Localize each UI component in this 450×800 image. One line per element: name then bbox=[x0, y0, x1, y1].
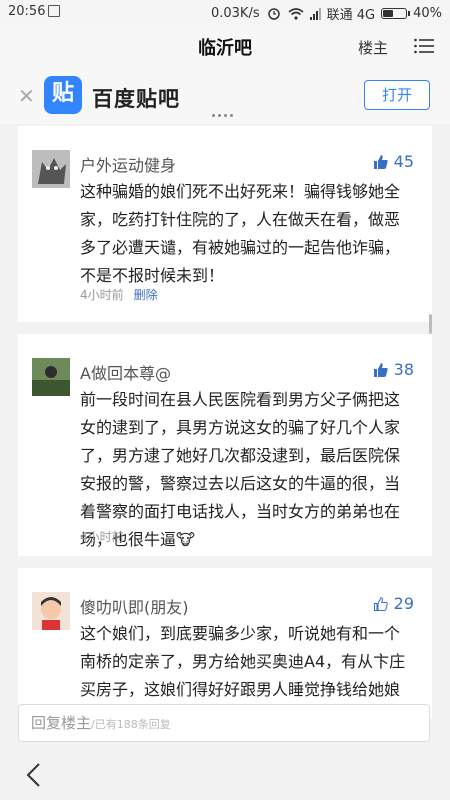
scrollbar[interactable] bbox=[429, 314, 432, 334]
close-icon[interactable]: ✕ bbox=[18, 84, 35, 108]
network-speed: 0.03K/s bbox=[210, 6, 260, 21]
username[interactable]: A做回本尊@ bbox=[80, 360, 171, 384]
reply-meta: 4小时前 删除 bbox=[80, 286, 158, 303]
bottom-nav bbox=[0, 750, 450, 800]
status-bar: 20:56 0.03K/s 联通 4G 40% bbox=[0, 0, 450, 24]
like-button[interactable]: 45 bbox=[373, 152, 414, 171]
louzhu-button[interactable]: 楼主 bbox=[358, 37, 388, 58]
reply-content: 前一段时间在县人民医院看到男方父子俩把这女的逮到了，具男方说这女的骗了好几个人家… bbox=[80, 390, 401, 549]
avatar[interactable] bbox=[32, 150, 70, 188]
alarm-icon bbox=[267, 7, 280, 20]
like-button[interactable]: 38 bbox=[373, 360, 414, 379]
menu-icon[interactable] bbox=[414, 38, 434, 54]
reply-meta: 4小时前 bbox=[80, 528, 124, 545]
username[interactable]: 户外运动健身 bbox=[80, 152, 176, 176]
like-button[interactable]: 29 bbox=[373, 594, 414, 613]
like-count: 38 bbox=[393, 360, 414, 379]
signal-icon bbox=[309, 7, 321, 20]
thumbs-up-icon bbox=[373, 154, 388, 169]
avatar[interactable] bbox=[32, 592, 70, 630]
status-right: 0.03K/s 联通 4G 40% bbox=[211, 4, 442, 23]
avatar[interactable] bbox=[32, 358, 70, 396]
brand-name: 百度贴吧 bbox=[92, 87, 180, 111]
tieba-logo: 贴 bbox=[44, 76, 82, 114]
reply-input[interactable]: 回复楼主/已有188条回复 bbox=[18, 704, 430, 742]
reply-time: 4小时前 bbox=[80, 288, 124, 302]
thumbs-up-icon bbox=[373, 596, 388, 611]
reply-count: /已有188条回复 bbox=[91, 718, 171, 731]
open-app-button[interactable]: 打开 bbox=[364, 80, 430, 110]
reply-item: 户外运动健身 45 这种骗婚的娘们死不出好死来！骗得钱够她全家，吃药打针住院的了… bbox=[18, 126, 432, 322]
battery-icon bbox=[381, 8, 411, 19]
top-header: 临沂吧 楼主 bbox=[0, 24, 450, 69]
back-icon[interactable] bbox=[24, 762, 42, 788]
reply-item: A做回本尊@ 38 前一段时间在县人民医院看到男方父子俩把这女的逮到了，具男方说… bbox=[18, 334, 432, 556]
username[interactable]: 傻叻叭即(朋友) bbox=[80, 594, 189, 618]
battery-fill bbox=[383, 10, 393, 17]
status-time: 20:56 bbox=[8, 4, 46, 19]
like-count: 45 bbox=[393, 152, 414, 171]
thumbs-up-icon bbox=[373, 362, 388, 377]
reply-placeholder: 回复楼主 bbox=[31, 714, 92, 732]
delete-button[interactable]: 删除 bbox=[134, 288, 158, 302]
battery-percent: 40% bbox=[413, 6, 442, 21]
like-count: 29 bbox=[393, 594, 414, 613]
reply-content: 这种骗婚的娘们死不出好死来！骗得钱够她全家，吃药打针住院的了，人在做天在看，做恶… bbox=[80, 182, 401, 285]
wifi-icon bbox=[288, 7, 304, 20]
notification-icon bbox=[48, 5, 60, 17]
reply-item: 傻叻叭即(朋友) 29 这个娘们，到底要骗多少家，听说她有和一个南桥的定亲了，男… bbox=[18, 568, 432, 727]
reply-list: 户外运动健身 45 这种骗婚的娘们死不出好死来！骗得钱够她全家，吃药打针住院的了… bbox=[18, 126, 432, 730]
carrier-label: 联通 4G bbox=[326, 8, 376, 23]
reply-time: 4小时前 bbox=[80, 530, 124, 544]
pager-dots bbox=[212, 114, 233, 117]
